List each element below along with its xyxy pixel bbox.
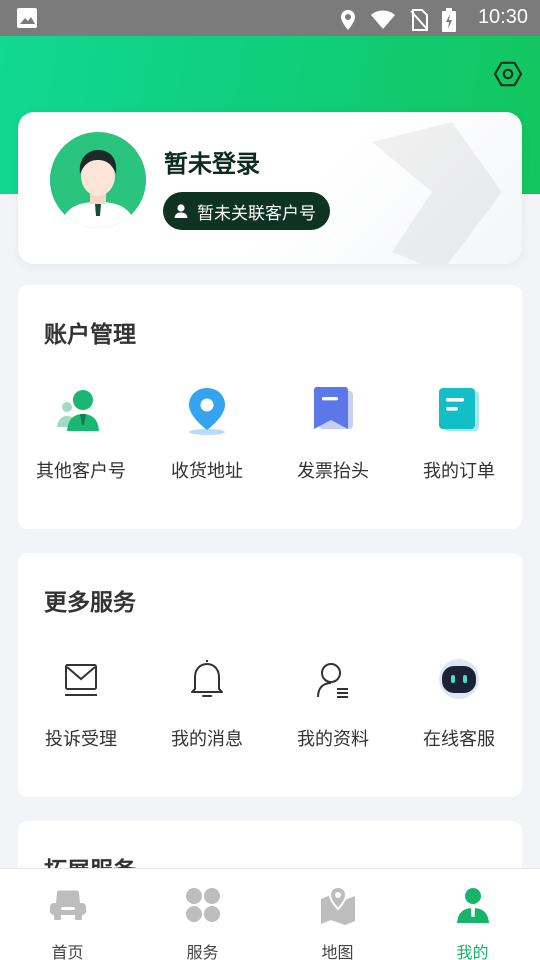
invoice-title-button[interactable]: 发票抬头 [270,383,396,483]
tab-label: 我的 [456,943,489,960]
item-label: 我的资料 [297,729,369,750]
item-label: 我的订单 [423,461,495,482]
my-orders-button[interactable]: 我的订单 [396,383,522,483]
other-customer-button[interactable]: 其他客户号 [18,383,144,483]
section-title: 更多服务 [44,590,136,616]
more-services-card: 更多服务 投诉受理 我的消息 我的资料 在线客服 [18,553,522,797]
account-management-card: 账户管理 其他客户号 收货地址 发票抬头 我的订单 [18,285,522,529]
item-label: 在线客服 [423,729,495,750]
profile-card[interactable]: 暂未登录 暂未关联客户号 [18,112,522,264]
mail-icon [65,664,97,696]
item-label: 其他客户号 [36,461,126,482]
tab-label: 首页 [51,943,84,960]
battery-icon [442,8,456,32]
tab-map[interactable]: 地图 [270,869,405,960]
tab-label: 地图 [321,943,354,960]
no-sim-icon [410,9,428,31]
item-label: 发票抬头 [297,461,369,482]
brand-watermark [372,122,502,264]
status-bar: 10:30 [0,0,540,36]
shipping-address-button[interactable]: 收货地址 [144,383,270,483]
my-profile-button[interactable]: 我的资料 [270,651,396,751]
complaint-button[interactable]: 投诉受理 [18,651,144,751]
order-list-icon [439,388,479,431]
user-switch-icon [57,390,99,431]
bell-icon [191,660,223,697]
car-icon [49,890,86,920]
avatar[interactable] [50,132,146,228]
grid-icon [185,888,220,922]
item-label: 我的消息 [171,729,243,750]
wifi-icon [371,10,395,29]
gallery-icon [17,8,37,28]
user-small-icon [174,204,188,218]
tab-home[interactable]: 首页 [0,869,135,960]
tab-services[interactable]: 服务 [135,869,270,960]
customer-link-label: 暂未关联客户号 [197,203,316,224]
online-service-button[interactable]: 在线客服 [396,651,522,751]
item-label: 投诉受理 [45,729,117,750]
profile-icon [317,663,348,698]
bottom-tab-bar: 首页 服务 地图 我的 [0,868,540,960]
status-time: 10:30 [477,6,528,28]
user-icon [456,888,489,923]
customer-link-badge[interactable]: 暂未关联客户号 [163,192,330,230]
map-icon [320,885,355,925]
my-messages-button[interactable]: 我的消息 [144,651,270,751]
robot-icon [439,659,479,699]
bookmark-icon [314,387,353,429]
section-title: 账户管理 [44,322,136,348]
location-icon [341,10,355,30]
item-label: 收货地址 [171,461,243,482]
settings-icon[interactable] [494,60,522,88]
tab-mine[interactable]: 我的 [405,869,540,960]
login-status-name[interactable]: 暂未登录 [164,144,260,179]
tab-label: 服务 [186,943,219,960]
avatar-person-icon [50,132,146,228]
location-pin-icon [189,388,225,435]
